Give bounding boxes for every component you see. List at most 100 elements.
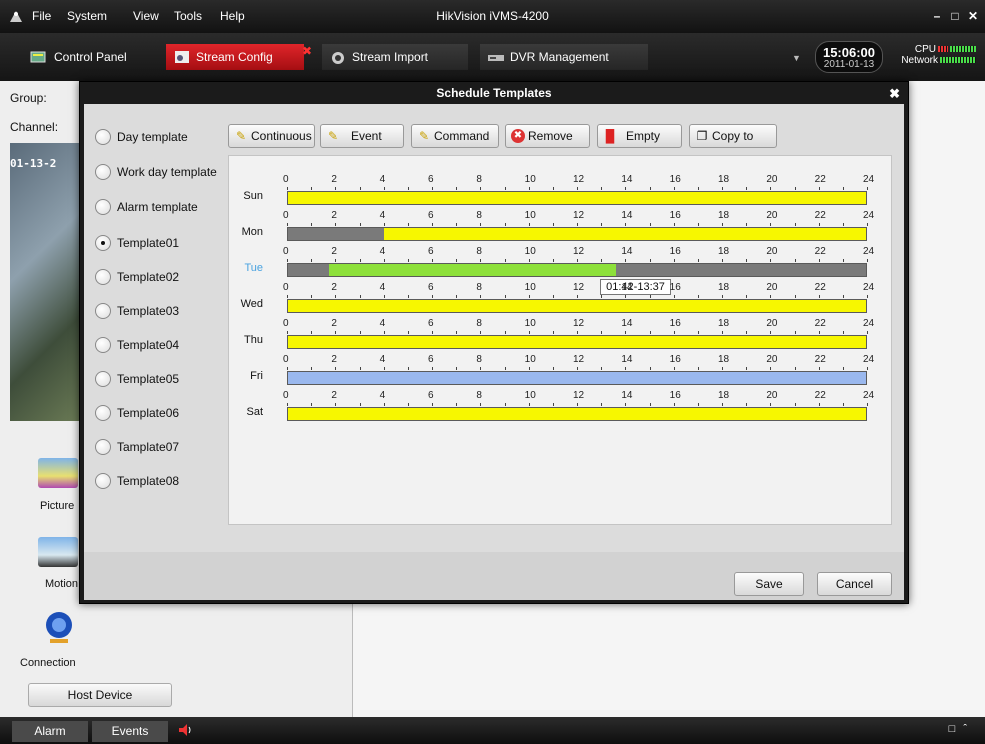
- hour-tick: [528, 403, 530, 406]
- tab-scroll-icon[interactable]: ▼: [792, 53, 801, 63]
- hour-tick: [649, 367, 651, 370]
- radio-button[interactable]: [95, 405, 111, 421]
- command-button[interactable]: ✎ Command: [411, 124, 499, 148]
- picture-icon[interactable]: [38, 458, 78, 488]
- radio-button[interactable]: [95, 199, 111, 215]
- continuous-segment[interactable]: [288, 192, 866, 204]
- radio-button[interactable]: [95, 269, 111, 285]
- copy-to-button[interactable]: ❐ Copy to: [689, 124, 777, 148]
- continuous-segment[interactable]: [384, 228, 866, 240]
- hour-tick: [818, 223, 820, 226]
- continuous-segment[interactable]: [288, 300, 866, 312]
- empty-button[interactable]: █ Empty: [597, 124, 682, 148]
- alarm-tab[interactable]: Alarm: [12, 721, 88, 742]
- event-segment[interactable]: [328, 264, 616, 276]
- template-option[interactable]: Template02: [95, 268, 179, 286]
- radio-button[interactable]: [95, 337, 111, 353]
- hour-tick: [673, 331, 675, 334]
- dialog-close-icon[interactable]: ✖: [889, 86, 900, 102]
- template-option[interactable]: Template08: [95, 472, 179, 490]
- hour-tick: [649, 403, 651, 406]
- day-timeline-bar[interactable]: [287, 335, 867, 349]
- template-option[interactable]: Template01: [95, 234, 179, 252]
- menu-tools[interactable]: Tools: [174, 9, 202, 23]
- radio-button[interactable]: [95, 371, 111, 387]
- template-option[interactable]: Template03: [95, 302, 179, 320]
- schedule-grid[interactable]: Sun 0 2 4 6 8 10 12 14 16 18 20 22 24 Mon 0 2 4 6 8 10 12 14 16…: [228, 155, 892, 525]
- radio-button[interactable]: [95, 303, 111, 319]
- hour-tick: [794, 403, 796, 406]
- hour-tick-label: 18: [718, 210, 730, 221]
- hour-tick: [842, 187, 844, 190]
- radio-button[interactable]: [95, 164, 111, 180]
- tab-close-icon[interactable]: ✖: [302, 38, 312, 64]
- speaker-icon[interactable]: [178, 723, 194, 737]
- template-option[interactable]: Day template: [95, 128, 188, 146]
- hour-tick: [311, 295, 313, 298]
- day-timeline-bar[interactable]: [287, 371, 867, 385]
- remove-button[interactable]: ✖ Remove: [505, 124, 590, 148]
- command-segment[interactable]: [288, 372, 866, 384]
- close-icon[interactable]: ✕: [965, 8, 981, 24]
- radio-button[interactable]: [95, 129, 111, 145]
- hour-tick: [673, 367, 675, 370]
- day-timeline-bar[interactable]: [287, 299, 867, 313]
- template-option[interactable]: Template06: [95, 404, 179, 422]
- radio-button[interactable]: [95, 439, 111, 455]
- day-timeline-bar[interactable]: [287, 227, 867, 241]
- hour-tick-label: 8: [476, 354, 482, 365]
- tab-stream-config[interactable]: Stream Config ✖: [166, 44, 312, 70]
- tab-dvr-management[interactable]: DVR Management: [480, 44, 648, 70]
- app-logo-icon: [10, 11, 22, 22]
- expand-icon[interactable]: ˆ: [963, 723, 975, 735]
- day-row: Mon 0 2 4 6 8 10 12 14 16 18 20 22 24: [229, 210, 893, 244]
- continuous-segment[interactable]: [288, 336, 866, 348]
- restore-icon[interactable]: □: [949, 723, 964, 735]
- events-tab[interactable]: Events: [92, 721, 168, 742]
- radio-button[interactable]: [95, 473, 111, 489]
- template-option[interactable]: Tamplate07: [95, 438, 179, 456]
- hour-tick: [577, 187, 578, 190]
- template-option[interactable]: Alarm template: [95, 198, 198, 216]
- hour-tick-label: 14: [621, 318, 633, 329]
- maximize-icon[interactable]: □: [947, 8, 963, 24]
- template-option[interactable]: Template04: [95, 336, 179, 354]
- camera-timestamp: 01-13-2: [10, 157, 57, 170]
- hour-tick: [794, 295, 796, 298]
- menu-file[interactable]: File: [32, 9, 51, 23]
- day-timeline-bar[interactable]: [287, 191, 867, 205]
- day-timeline-bar[interactable]: [287, 407, 867, 421]
- day-timeline-bar[interactable]: [287, 263, 867, 277]
- hour-tick: [867, 367, 868, 370]
- hour-tick-label: 18: [718, 318, 730, 329]
- hour-tick: [794, 331, 796, 334]
- hour-tick-label: 2: [331, 282, 337, 293]
- hour-tick-label: 22: [814, 210, 826, 221]
- menu-system[interactable]: System: [67, 9, 107, 23]
- motion-icon[interactable]: [38, 537, 78, 567]
- hour-tick: [456, 367, 458, 370]
- hour-tick: [432, 259, 433, 262]
- radio-button[interactable]: [95, 235, 111, 251]
- hour-tick-label: 12: [573, 390, 585, 401]
- tab-stream-import[interactable]: Stream Import: [322, 44, 468, 70]
- host-device-button[interactable]: Host Device: [28, 683, 172, 707]
- hour-tick: [842, 259, 844, 262]
- cancel-button[interactable]: Cancel: [817, 572, 892, 596]
- network-label: Network: [901, 55, 938, 66]
- connection-icon[interactable]: [42, 610, 76, 644]
- picture-label: Picture: [40, 500, 75, 512]
- template-label: Template01: [117, 236, 180, 250]
- template-option[interactable]: Work day template: [95, 163, 217, 181]
- menu-view[interactable]: View: [133, 9, 159, 23]
- template-option[interactable]: Template05: [95, 370, 179, 388]
- continuous-button[interactable]: ✎ Continuous: [228, 124, 315, 148]
- hour-tick-label: 8: [476, 210, 482, 221]
- event-button[interactable]: ✎ Event: [320, 124, 404, 148]
- continuous-segment[interactable]: [288, 408, 866, 420]
- tab-control-panel[interactable]: Control Panel: [24, 44, 164, 70]
- menu-help[interactable]: Help: [220, 9, 245, 23]
- save-button[interactable]: Save: [734, 572, 804, 596]
- minimize-icon[interactable]: –: [929, 8, 945, 24]
- hour-tick: [818, 403, 820, 406]
